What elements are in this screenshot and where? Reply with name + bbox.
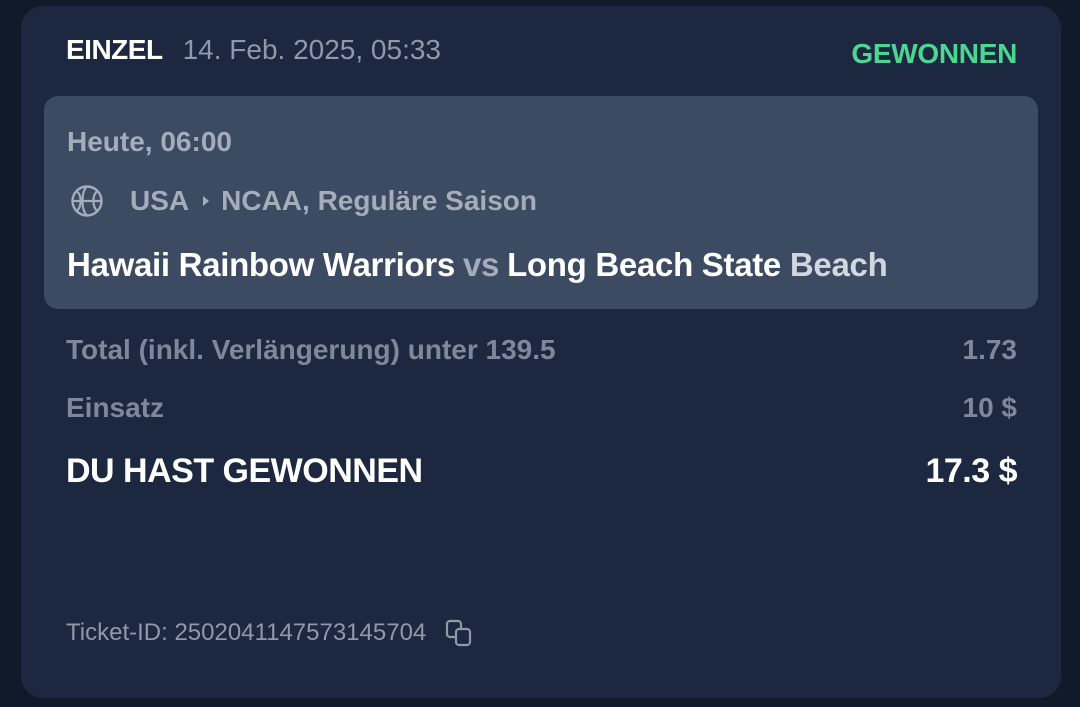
event-time: Heute, 06:00 bbox=[67, 126, 232, 157]
stake-value: 10 $ bbox=[962, 392, 1018, 423]
odds-value: 1.73 bbox=[962, 334, 1018, 365]
away-team-main: Long Beach State bbox=[507, 246, 781, 283]
stake-label: Einsatz bbox=[66, 392, 165, 423]
bet-date: 14. Feb. 2025, 05:33 bbox=[182, 34, 441, 65]
ticket-id: Ticket-ID: 2502041147573145704 bbox=[66, 619, 427, 646]
league-label: NCAA, Reguläre Saison bbox=[221, 185, 537, 216]
vs-label: vs bbox=[462, 246, 500, 283]
market-row: Total (inkl. Verlängerung) unter 139.5 1… bbox=[66, 334, 1017, 366]
matchup: Hawaii Rainbow Warriors vs Long Beach Stat… bbox=[67, 246, 888, 284]
home-team: Hawaii Rainbow Warriors bbox=[67, 246, 455, 283]
away-team-truncated: Beach bbox=[789, 246, 888, 283]
league-breadcrumb: USA NCAA, Reguläre Saison bbox=[70, 184, 537, 218]
payout-label: DU HAST GEWONNEN bbox=[66, 452, 423, 490]
stake-row: Einsatz 10 $ bbox=[66, 392, 1017, 424]
event-box[interactable]: Heute, 06:00 USA NCAA, Reguläre Saison H… bbox=[44, 96, 1038, 309]
away-team: Long Beach State Beach bbox=[507, 246, 888, 283]
ticket-header: EINZEL 14. Feb. 2025, 05:33 bbox=[66, 34, 441, 66]
status-badge: GEWONNEN bbox=[851, 38, 1017, 69]
bet-type-label: EINZEL bbox=[66, 34, 163, 65]
payout-row: DU HAST GEWONNEN 17.3 $ bbox=[66, 452, 1017, 491]
country-label: USA bbox=[130, 185, 190, 216]
ticket-id-row: Ticket-ID: 2502041147573145704 bbox=[66, 618, 474, 648]
payout-value: 17.3 $ bbox=[925, 452, 1017, 490]
chevron-right-icon bbox=[203, 196, 210, 206]
copy-icon[interactable] bbox=[444, 618, 474, 648]
market-label: Total (inkl. Verlängerung) unter 139.5 bbox=[66, 334, 556, 365]
basketball-icon bbox=[71, 185, 103, 217]
bet-ticket-card: EINZEL 14. Feb. 2025, 05:33 GEWONNEN Heu… bbox=[21, 6, 1061, 698]
